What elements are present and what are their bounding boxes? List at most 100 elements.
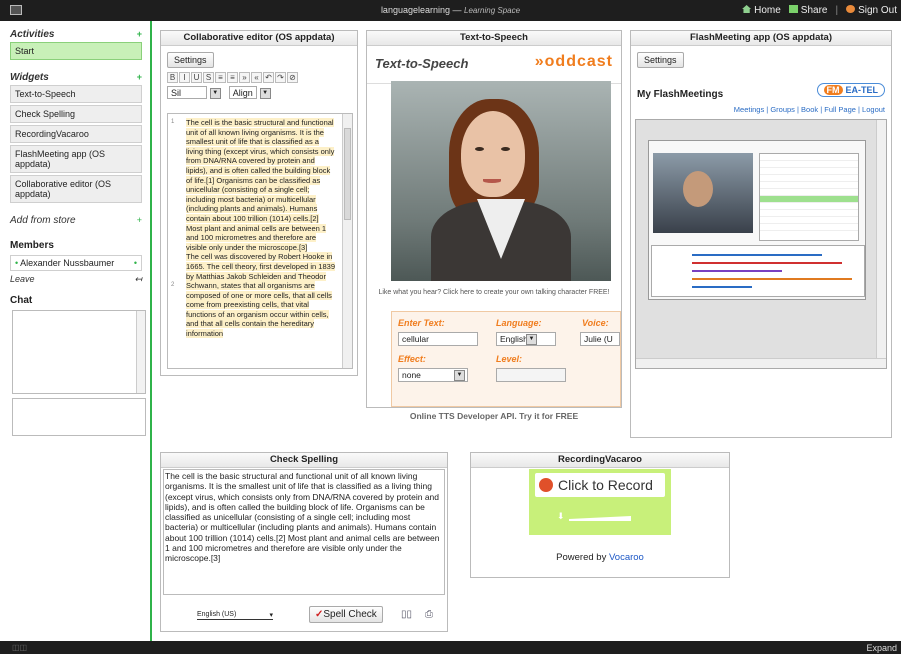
add-from-store-label: Add from store [10, 215, 76, 226]
click-to-record-button[interactable]: Click to Record [535, 473, 665, 497]
meeting-timeline[interactable] [651, 245, 865, 297]
meeting-replay [648, 140, 866, 300]
align-select[interactable]: Align ▼ [228, 86, 271, 99]
widget-item-tts[interactable]: Text-to-Speech [10, 85, 142, 103]
activity-start[interactable]: Start [10, 42, 142, 60]
clear-icon[interactable]: ⊘ [287, 72, 298, 83]
add-from-store[interactable]: Add from store + [10, 213, 142, 228]
leave-arrow-icon: ↤ [134, 274, 142, 284]
share-link[interactable]: Share [788, 5, 828, 16]
meeting-index-list[interactable] [759, 153, 859, 241]
flashmeeting-title: FlashMeeting app (OS appdata) [631, 31, 891, 46]
flashmeeting-hscroll[interactable] [636, 358, 886, 368]
print-icon[interactable]: ⎙ [425, 609, 433, 620]
recording-panel: RecordingVacaroo Click to Record ⬇ Power… [470, 452, 730, 578]
chevron-down-icon[interactable]: ▼ [454, 370, 465, 381]
add-activity-icon[interactable]: + [137, 29, 142, 40]
editor-content: The cell is the basic structural and fun… [186, 118, 336, 339]
chevron-down-icon: ▼ [209, 87, 221, 99]
chevron-down-icon[interactable]: ▼ [526, 334, 537, 345]
effect-label: Effect: [398, 354, 426, 364]
undo-icon[interactable]: ↶ [263, 72, 274, 83]
avatar-stage[interactable] [391, 81, 611, 281]
index-row[interactable] [760, 196, 858, 203]
top-nav: Home Share | Sign Out [742, 5, 897, 16]
italic-icon[interactable]: I [179, 72, 190, 83]
voice-label: Voice: [582, 318, 609, 328]
flashmeeting-links[interactable]: Meetings | Groups | Book | Full Page | L… [734, 105, 885, 114]
member-item[interactable]: • Alexander Nussbaumer • [10, 255, 142, 271]
indent-icon[interactable]: » [239, 72, 250, 83]
strike-icon[interactable]: S [203, 72, 214, 83]
redo-icon[interactable]: ↷ [275, 72, 286, 83]
home-link[interactable]: Home [742, 5, 781, 16]
index-row[interactable] [760, 154, 858, 161]
chevron-down-icon: ▾ [269, 612, 273, 619]
spell-check-button[interactable]: ✓Spell Check [309, 606, 383, 623]
flashmeeting-frame[interactable] [635, 119, 887, 369]
enter-text-input[interactable]: cellular [398, 332, 478, 346]
bold-icon[interactable]: B [167, 72, 178, 83]
font-select[interactable]: Sil ▼ [167, 86, 221, 99]
level-label: Level: [496, 354, 523, 364]
index-row[interactable] [760, 182, 858, 189]
leave-link[interactable]: Leave ↤ [10, 274, 142, 285]
widget-item-flashmeeting[interactable]: FlashMeeting app (OS appdata) [10, 145, 142, 173]
widget-item-spelling[interactable]: Check Spelling [10, 105, 142, 123]
underline-icon[interactable]: U [191, 72, 202, 83]
widget-item-recording[interactable]: RecordingVacaroo [10, 125, 142, 143]
editor-scroll-thumb[interactable] [344, 128, 351, 220]
chat-input[interactable] [12, 398, 146, 436]
sign-out-link[interactable]: Sign Out [846, 5, 897, 16]
editor-text-area[interactable]: 12 The cell is the basic structural and … [167, 113, 353, 369]
member-name: • Alexander Nussbaumer [15, 258, 114, 268]
flashmeeting-vscroll[interactable] [876, 120, 886, 358]
index-row[interactable] [760, 175, 858, 182]
font-select-value: Sil [167, 86, 207, 99]
flashmeetings-heading: My FlashMeetings [637, 89, 724, 100]
voice-select[interactable]: Julie (U [580, 332, 620, 346]
flashmeeting-panel: FlashMeeting app (OS appdata) Settings M… [630, 30, 892, 438]
powered-by: Powered by Vocaroo [471, 552, 729, 563]
avatar-eye-right [501, 147, 510, 151]
index-row[interactable] [760, 189, 858, 196]
index-row[interactable] [760, 203, 858, 210]
index-row[interactable] [760, 168, 858, 175]
widget-item-editor[interactable]: Collaborative editor (OS appdata) [10, 175, 142, 203]
spelling-language-select[interactable]: English (US) ▾ [197, 611, 273, 620]
tts-title: Text-to-Speech [367, 31, 621, 46]
timeline-track [692, 262, 842, 264]
video-participant [683, 171, 713, 207]
tts-api-text[interactable]: Online TTS Developer API. Try it for FRE… [367, 411, 621, 421]
page-icon[interactable]: ▯▯ [401, 609, 412, 620]
meeting-video[interactable] [653, 153, 753, 233]
editor-scrollbar[interactable] [342, 114, 352, 368]
chat-scrollbar[interactable] [136, 311, 145, 393]
share-label: Share [800, 5, 828, 16]
enter-text-label: Enter Text: [398, 318, 445, 328]
index-row[interactable] [760, 217, 858, 224]
editor-panel: Collaborative editor (OS appdata) Settin… [160, 30, 358, 376]
oddcast-logo: »oddcast [534, 53, 613, 70]
level-select[interactable] [496, 368, 566, 382]
user-icon [846, 5, 856, 13]
vocaroo-link[interactable]: Vocaroo [609, 552, 644, 563]
index-row[interactable] [760, 224, 858, 231]
language-label: Language: [496, 318, 542, 328]
tts-logo: Text-to-Speech [375, 56, 469, 71]
member-name-text: Alexander Nussbaumer [20, 258, 115, 268]
add-widget-icon[interactable]: + [137, 72, 142, 83]
index-row[interactable] [760, 210, 858, 217]
spelling-title: Check Spelling [161, 453, 447, 468]
flashmeeting-settings-button[interactable]: Settings [637, 52, 684, 68]
ordered-list-icon[interactable]: ≡ [227, 72, 238, 83]
outdent-icon[interactable]: « [251, 72, 262, 83]
app-subtitle: Learning Space [464, 6, 521, 15]
editor-settings-button[interactable]: Settings [167, 52, 214, 68]
index-row[interactable] [760, 161, 858, 168]
expand-button[interactable]: Expand [866, 643, 897, 653]
online-dot-icon: • [15, 258, 19, 268]
tts-promo[interactable]: Like what you hear? Click here to create… [367, 289, 621, 296]
volume-indicator [569, 516, 631, 521]
list-icon[interactable]: ≡ [215, 72, 226, 83]
